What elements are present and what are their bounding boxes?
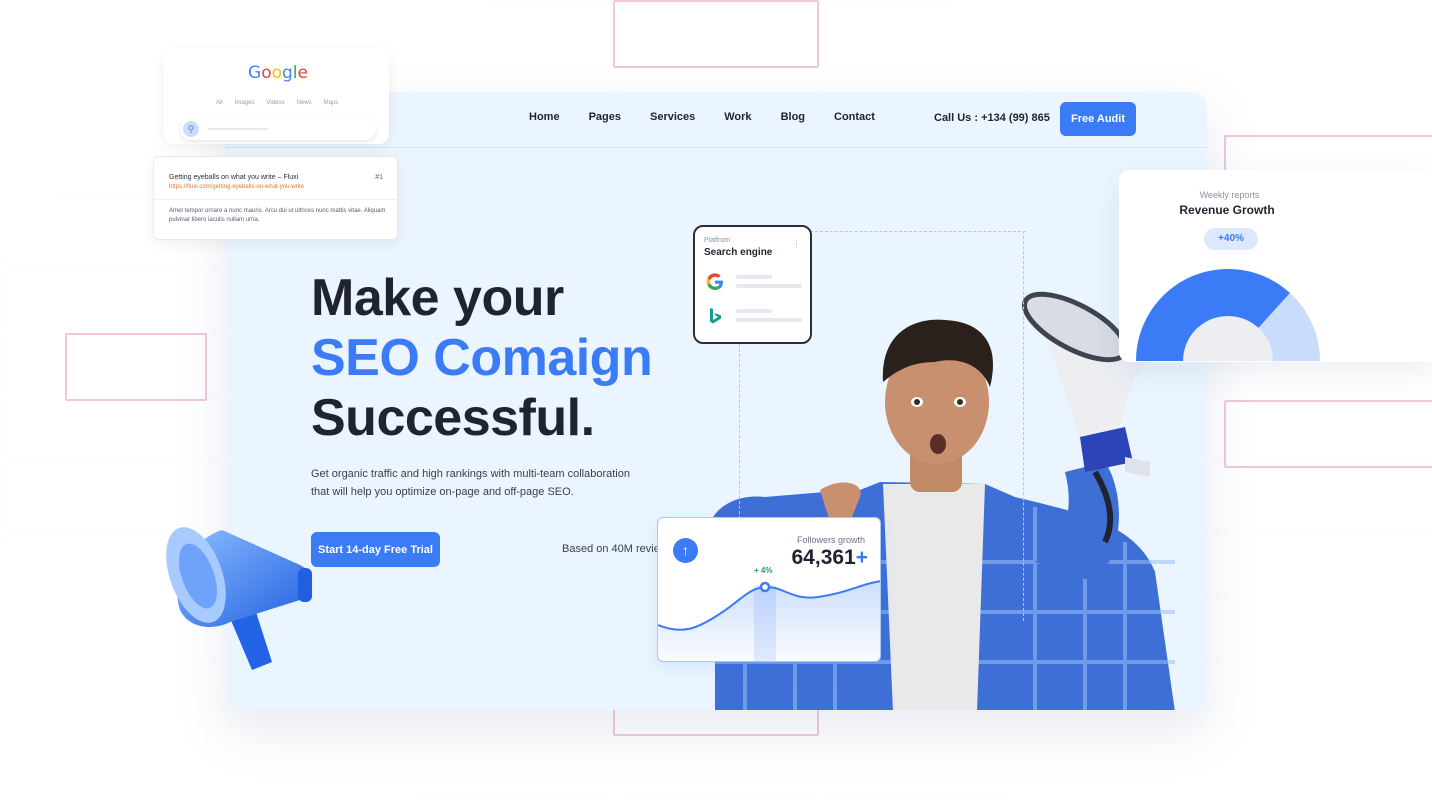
search-icon: ⚲ bbox=[183, 121, 199, 137]
placeholder-line bbox=[736, 309, 772, 313]
followers-sparkline bbox=[658, 580, 880, 661]
logo-letter: e bbox=[297, 63, 308, 83]
call-us-text: Call Us : +134 (99) 865 bbox=[934, 112, 1050, 124]
logo-letter: o bbox=[271, 63, 282, 83]
more-options-icon[interactable]: ⋮ bbox=[792, 239, 801, 250]
nav-pages[interactable]: Pages bbox=[589, 111, 621, 123]
free-audit-button[interactable]: Free Audit bbox=[1060, 102, 1136, 136]
placeholder-line bbox=[736, 275, 772, 279]
nav-services[interactable]: Services bbox=[650, 111, 695, 123]
search-result-card: Getting eyeballs on what you write – Flu… bbox=[153, 156, 398, 240]
nav-home[interactable]: Home bbox=[529, 111, 560, 123]
google-search-card: Google All Images Videos News Maps ⚲ bbox=[164, 48, 389, 144]
connector-line bbox=[739, 344, 740, 519]
google-tab-videos[interactable]: Videos bbox=[266, 100, 284, 106]
google-tab-news[interactable]: News bbox=[297, 100, 312, 106]
nav-blog[interactable]: Blog bbox=[781, 111, 805, 123]
revenue-title: Revenue Growth bbox=[1179, 203, 1275, 217]
revenue-growth-card: Weekly reports Revenue Growth +40% bbox=[1119, 170, 1432, 362]
google-tab-maps[interactable]: Maps bbox=[324, 100, 339, 106]
megaphone-icon bbox=[166, 527, 312, 670]
hero-title-line3: Successful. bbox=[311, 389, 595, 447]
google-logo: Google bbox=[248, 63, 308, 83]
hero-title-line1: Make your bbox=[311, 269, 564, 327]
google-icon bbox=[706, 273, 723, 290]
hero-title-line2: SEO Comaign bbox=[311, 329, 653, 387]
revenue-badge: +40% bbox=[1204, 228, 1258, 250]
logo-letter: o bbox=[261, 63, 272, 83]
revenue-gauge bbox=[1136, 268, 1320, 361]
start-trial-button[interactable]: Start 14-day Free Trial bbox=[311, 532, 440, 567]
placeholder-line bbox=[736, 284, 802, 288]
result-rank: #1 bbox=[375, 174, 383, 181]
hero-description: Get organic traffic and high rankings wi… bbox=[311, 465, 651, 501]
connector-line bbox=[1023, 231, 1024, 621]
hero-title: Make your SEO Comaign Successful. bbox=[311, 268, 653, 448]
bing-icon bbox=[710, 308, 721, 324]
hero-description-line2: that will help you optimize on-page and … bbox=[311, 486, 574, 498]
platform-card: Platfrom Search engine ⋮ bbox=[693, 225, 812, 344]
logo-letter: G bbox=[248, 63, 262, 83]
google-search-input[interactable]: ⚲ bbox=[180, 118, 376, 140]
google-tabs: All Images Videos News Maps bbox=[216, 100, 338, 106]
google-tab-images[interactable]: Images bbox=[235, 100, 255, 106]
followers-plus: + bbox=[855, 546, 868, 569]
platform-row-bing bbox=[704, 303, 802, 329]
followers-label: Followers growth bbox=[796, 535, 865, 545]
nav-work[interactable]: Work bbox=[724, 111, 751, 123]
platform-title: Search engine bbox=[704, 247, 773, 258]
decor-tile bbox=[65, 333, 207, 401]
placeholder-line bbox=[736, 318, 802, 322]
reviews-text: Based on 40M revie bbox=[562, 543, 660, 555]
divider bbox=[154, 199, 397, 200]
followers-growth-card: ↑ Followers growth 64,361+ + 4% bbox=[657, 517, 881, 662]
platform-label: Platfrom bbox=[704, 237, 731, 244]
connector-line bbox=[810, 231, 1026, 232]
decor-tile bbox=[613, 708, 819, 736]
nav-links: Home Pages Services Work Blog Contact bbox=[529, 111, 904, 123]
decor-tile bbox=[613, 0, 819, 68]
placeholder-line bbox=[208, 128, 268, 130]
logo-letter: g bbox=[282, 63, 293, 83]
decor-tile bbox=[1224, 400, 1432, 468]
google-tab-all[interactable]: All bbox=[216, 100, 223, 106]
hero-description-line1: Get organic traffic and high rankings wi… bbox=[311, 468, 630, 480]
arrow-up-icon: ↑ bbox=[673, 538, 698, 563]
followers-value: 64,361+ bbox=[792, 546, 869, 570]
platform-row-google bbox=[704, 269, 802, 295]
revenue-label: Weekly reports bbox=[1199, 190, 1260, 200]
result-description: Amet tempor ornare a nunc mauris. Arcu d… bbox=[169, 208, 386, 223]
result-title[interactable]: Getting eyeballs on what you write – Flu… bbox=[169, 174, 298, 181]
nav-contact[interactable]: Contact bbox=[834, 111, 875, 123]
followers-number: 64,361 bbox=[791, 546, 856, 569]
result-url[interactable]: https://fluxi.com/getting-eyeballs-on-wh… bbox=[169, 184, 304, 190]
